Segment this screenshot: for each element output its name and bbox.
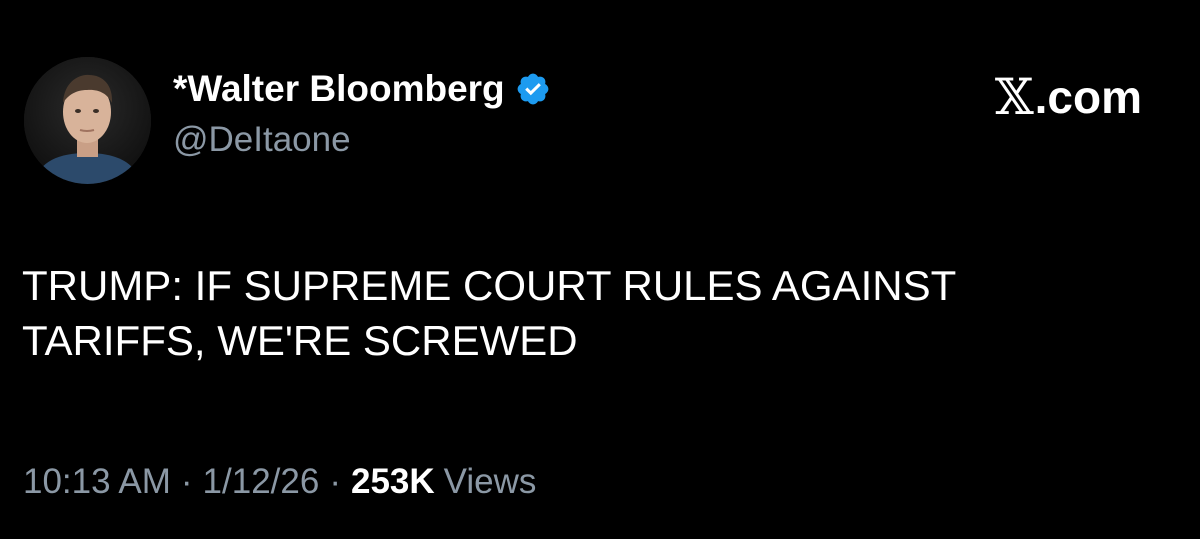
display-name[interactable]: *Walter Bloomberg <box>173 68 505 110</box>
x-brand-logo: 𝕏 .com <box>995 68 1142 126</box>
views-count: 253K <box>350 462 435 501</box>
meta-separator: · <box>180 462 193 501</box>
brand-label: .com <box>1034 71 1142 123</box>
meta-separator: · <box>329 462 341 501</box>
author-block: *Walter Bloomberg @DeItaone <box>173 66 551 160</box>
tweet-date[interactable]: 1/12/26 <box>203 462 320 502</box>
tweet-metadata: 10:13 AM · 1/12/26 · 253K Views <box>23 462 536 502</box>
verified-badge-icon <box>515 71 551 107</box>
x-logo-icon: 𝕏 <box>994 68 1034 126</box>
name-row: *Walter Bloomberg <box>173 66 551 112</box>
handle[interactable]: @DeItaone <box>173 120 551 160</box>
tweet-time[interactable]: 10:13 AM <box>23 462 171 502</box>
avatar-photo <box>24 57 151 184</box>
tweet-text-line: TARIFFS, WE'RE SCREWED <box>22 317 578 364</box>
tweet-text: TRUMP: IF SUPREME COURT RULES AGAINST TA… <box>22 258 1172 368</box>
tweet-card: *Walter Bloomberg @DeItaone 𝕏 .com TRUMP… <box>0 0 1200 539</box>
views-label[interactable]: Views <box>444 462 537 502</box>
avatar[interactable] <box>24 57 151 184</box>
tweet-text-line: TRUMP: IF SUPREME COURT RULES AGAINST <box>22 262 957 309</box>
